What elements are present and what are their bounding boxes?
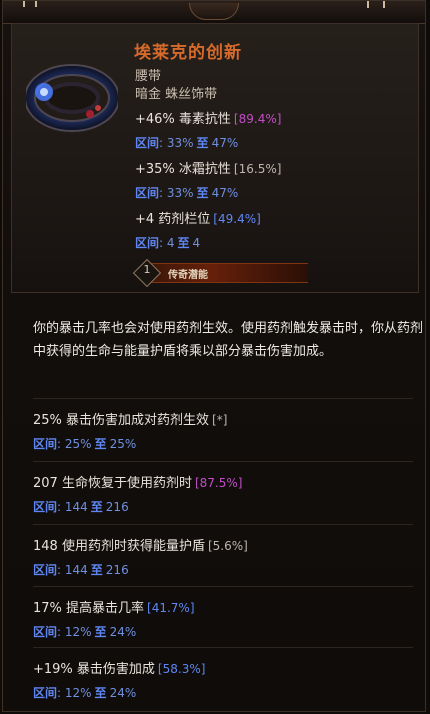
affix-text: 25% 暴击伤害加成对药剂生效 bbox=[33, 413, 210, 428]
affix-range-line: 区间: 12% 至 24% bbox=[33, 625, 137, 639]
range-separator: 至 bbox=[94, 437, 107, 451]
affix-energy-shield-on-flask: 148 使用药剂时获得能量护盾 [5.6%] 区间: 144 至 216 bbox=[33, 524, 413, 587]
range-line-poison-resist: 区间: 33% 至 47% bbox=[135, 136, 239, 150]
range-from: 25% bbox=[64, 437, 92, 451]
affix-stat-line: 148 使用药剂时获得能量护盾 [5.6%] bbox=[33, 535, 248, 554]
item-name: 埃莱克的创新 bbox=[134, 43, 242, 63]
range-label: 区间 bbox=[33, 625, 58, 639]
range-to: 25% bbox=[109, 437, 137, 451]
item-base-type: 暗金 蛛丝饰带 bbox=[135, 87, 218, 102]
range-line-flask-slots: 区间: 4至4 bbox=[135, 236, 201, 250]
range-separator: 至 bbox=[90, 563, 103, 577]
range-from: 33% bbox=[166, 186, 194, 200]
range-from: 33% bbox=[166, 136, 194, 150]
top-center-ornament-icon bbox=[189, 3, 239, 20]
range-to: 216 bbox=[105, 500, 129, 514]
range-from: 12% bbox=[64, 625, 92, 639]
belt-icon bbox=[24, 60, 120, 136]
range-label: 区间 bbox=[33, 437, 58, 451]
range-to: 24% bbox=[109, 625, 137, 639]
affix-roll-percent: [87.5%] bbox=[194, 476, 243, 490]
range-from: 12% bbox=[64, 686, 92, 700]
affix-stat-line: 17% 提高暴击几率 [41.7%] bbox=[33, 597, 195, 616]
top-right-ornament-icon bbox=[367, 1, 385, 8]
stat-roll-percent: [16.5%] bbox=[233, 162, 282, 176]
legendary-potential-badge: 1 传奇潜能 bbox=[132, 258, 308, 288]
range-label: 区间 bbox=[135, 136, 160, 150]
stat-text: +4 药剂栏位 bbox=[135, 212, 211, 227]
range-separator: 至 bbox=[90, 500, 103, 514]
affix-life-on-flask: 207 生命恢复于使用药剂时 [87.5%] 区间: 144 至 216 bbox=[33, 461, 413, 524]
range-separator: 至 bbox=[94, 625, 107, 639]
affix-range-line: 区间: 25% 至 25% bbox=[33, 437, 137, 451]
item-type: 腰带 bbox=[135, 69, 162, 84]
range-from: 144 bbox=[64, 563, 88, 577]
affix-roll-percent: [5.6%] bbox=[207, 539, 248, 553]
potential-label: 传奇潜能 bbox=[168, 270, 208, 281]
stat-line-flask-slots: +4 药剂栏位 [49.4%] bbox=[135, 208, 261, 227]
range-from: 144 bbox=[64, 500, 88, 514]
affix-roll-percent: [41.7%] bbox=[147, 601, 195, 615]
range-separator: 至 bbox=[177, 236, 190, 250]
range-to: 216 bbox=[105, 563, 129, 577]
affix-text: 207 生命恢复于使用药剂时 bbox=[33, 476, 192, 491]
range-to: 47% bbox=[211, 186, 239, 200]
range-to: 47% bbox=[211, 136, 239, 150]
affix-roll-percent: [*] bbox=[212, 413, 228, 427]
affix-range-line: 区间: 12% 至 24% bbox=[33, 686, 137, 700]
stat-roll-percent: [49.4%] bbox=[213, 212, 261, 226]
range-label: 区间 bbox=[135, 186, 160, 200]
range-separator: 至 bbox=[196, 136, 209, 150]
item-tooltip: 埃莱克的创新 腰带 暗金 蛛丝饰带 +46% 毒素抗性 [89.4%] 区间: 3… bbox=[2, 0, 426, 712]
range-to: 24% bbox=[109, 686, 137, 700]
stat-line-poison-resist: +46% 毒素抗性 [89.4%] bbox=[135, 108, 281, 127]
affix-roll-percent: [58.3%] bbox=[157, 662, 206, 676]
range-label: 区间 bbox=[135, 236, 160, 250]
affix-stat-line: 207 生命恢复于使用药剂时 [87.5%] bbox=[33, 472, 242, 491]
stat-text: +35% 冰霜抗性 bbox=[135, 162, 231, 177]
potential-number: 1 bbox=[143, 263, 151, 276]
item-header: 埃莱克的创新 腰带 暗金 蛛丝饰带 +46% 毒素抗性 [89.4%] 区间: 3… bbox=[11, 23, 419, 293]
range-to: 4 bbox=[192, 236, 201, 250]
top-left-ornament-icon bbox=[23, 1, 37, 7]
unique-description: 你的暴击几率也会对使用药剂生效。使用药剂触发暴击时，你从药剂中获得的生命与能量护… bbox=[33, 321, 424, 359]
affix-crit-chance: 17% 提高暴击几率 [41.7%] 区间: 12% 至 24% bbox=[33, 586, 413, 649]
range-line-cold-resist: 区间: 33% 至 47% bbox=[135, 186, 239, 200]
affix-range-line: 区间: 144 至 216 bbox=[33, 563, 129, 577]
range-label: 区间 bbox=[33, 563, 58, 577]
affix-range-line: 区间: 144 至 216 bbox=[33, 500, 129, 514]
stat-roll-percent: [89.4%] bbox=[233, 112, 282, 126]
range-separator: 至 bbox=[94, 686, 107, 700]
range-label: 区间 bbox=[33, 686, 58, 700]
affix-stat-line: +19% 暴击伤害加成 [58.3%] bbox=[33, 658, 205, 677]
affix-crit-damage-flask: 25% 暴击伤害加成对药剂生效 [*] 区间: 25% 至 25% bbox=[33, 398, 413, 461]
stat-text: +46% 毒素抗性 bbox=[135, 112, 231, 127]
affix-text: +19% 暴击伤害加成 bbox=[33, 662, 155, 677]
affix-text: 17% 提高暴击几率 bbox=[33, 601, 145, 616]
tooltip-top-bar bbox=[3, 1, 425, 24]
affix-text: 148 使用药剂时获得能量护盾 bbox=[33, 539, 205, 554]
stat-line-cold-resist: +35% 冰霜抗性 [16.5%] bbox=[135, 158, 281, 177]
affix-stat-line: 25% 暴击伤害加成对药剂生效 [*] bbox=[33, 409, 227, 428]
range-separator: 至 bbox=[196, 186, 209, 200]
range-from: 4 bbox=[166, 236, 175, 250]
range-label: 区间 bbox=[33, 500, 58, 514]
affix-crit-damage: +19% 暴击伤害加成 [58.3%] 区间: 12% 至 24% bbox=[33, 647, 413, 710]
